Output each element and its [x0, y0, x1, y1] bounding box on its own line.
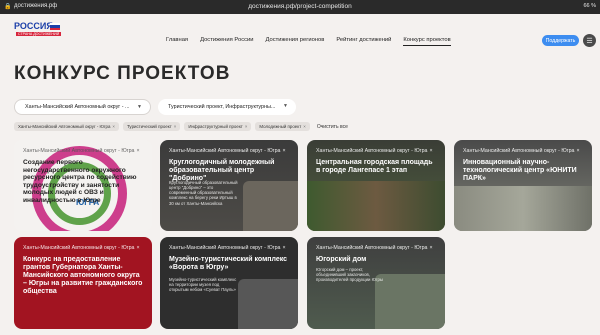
close-icon: ×: [576, 148, 580, 154]
card-region: Ханты-Мансийский Автономный округ - Югра…: [169, 245, 286, 251]
project-card[interactable]: Ханты-Мансийский Автономный округ - Югра…: [454, 140, 592, 231]
card-title: Создание первого негосударственного окру…: [23, 159, 137, 204]
card-description: Музейно-туристический комплекс на террит…: [169, 277, 237, 293]
card-region: Ханты-Мансийский Автономный округ - Югра…: [169, 148, 286, 154]
url-field[interactable]: достижения.рф/project-competition: [0, 3, 600, 10]
card-title: Музейно-туристический комплекс «Ворота в…: [169, 256, 288, 272]
chevron-down-icon: ▼: [283, 103, 288, 109]
card-region: Ханты-Мансийский Автономный округ - Югра…: [316, 245, 433, 251]
card-photo: [238, 279, 298, 329]
filter-chip-youth[interactable]: Молодежный проект ×: [255, 122, 310, 131]
filter-chip-tourism[interactable]: Туристический проект ×: [123, 122, 181, 131]
card-photo: [243, 181, 298, 231]
close-icon: ×: [429, 148, 433, 154]
close-icon: ×: [136, 245, 140, 251]
support-button[interactable]: Поддержать: [542, 35, 579, 46]
close-icon: ×: [282, 148, 286, 154]
project-card[interactable]: Ханты-Мансийский Автономный округ - Югра…: [160, 140, 298, 231]
close-icon[interactable]: ×: [245, 124, 248, 129]
chevron-down-icon: ▼: [137, 104, 142, 110]
project-card[interactable]: ЮГРА Ханты-Мансийский Автономный округ -…: [14, 140, 152, 231]
close-icon[interactable]: ×: [303, 124, 306, 129]
close-icon: ×: [136, 148, 140, 154]
card-title: Инновационный научно-технологический цен…: [463, 159, 577, 183]
close-icon[interactable]: ×: [174, 124, 177, 129]
battery-indicator: 66 %: [583, 3, 596, 9]
project-card[interactable]: Ханты-Мансийский Автономный округ - Югра…: [307, 140, 445, 231]
site-header: [0, 14, 600, 54]
nav-russia-achievements[interactable]: Достижения России: [200, 37, 253, 46]
clear-filters-link[interactable]: Очистить все: [317, 124, 348, 130]
region-select[interactable]: Ханты-Мансийский Автономный округ - ... …: [14, 99, 151, 115]
page-title: КОНКУРС ПРОЕКТОВ: [14, 63, 231, 84]
category-select[interactable]: Туристический проект, Инфраструктурны...…: [158, 99, 296, 115]
logo-subtitle: СТРАНА ДОСТИЖЕНИЙ: [16, 32, 62, 36]
main-nav: Главная Достижения России Достижения рег…: [166, 37, 451, 46]
card-title: Центральная городская площадь в городе Л…: [316, 159, 433, 175]
card-title: Югорский дом: [316, 256, 367, 263]
nav-region-achievements[interactable]: Достижения регионов: [265, 37, 324, 46]
nav-achievement-rating[interactable]: Рейтинг достижений: [336, 37, 391, 46]
card-description: Круглогодичный образовательный центр "До…: [169, 180, 238, 206]
browser-address-bar: 🔒 достижения.рф достижения.рф/project-co…: [0, 0, 600, 14]
card-photo: [307, 181, 445, 231]
nav-project-competition[interactable]: Конкурс проектов: [403, 37, 451, 46]
filter-chip-infrastructure[interactable]: Инфраструктурный проект ×: [184, 122, 252, 131]
nav-home[interactable]: Главная: [166, 37, 188, 46]
project-card[interactable]: Ханты-Мансийский Автономный округ - Югра…: [14, 237, 152, 329]
flag-icon: [50, 23, 60, 30]
region-select-value: Ханты-Мансийский Автономный округ - ...: [25, 104, 130, 110]
project-card[interactable]: Ханты-Мансийский Автономный округ - Югра…: [307, 237, 445, 329]
card-photo: [375, 274, 445, 329]
filter-chip-region[interactable]: Ханты-Мансийский Автономный округ - Югра…: [14, 122, 119, 131]
card-title: Конкурс на предоставление грантов Губерн…: [23, 256, 143, 296]
card-region: Ханты-Мансийский Автономный округ - Югра…: [463, 148, 580, 154]
site-logo[interactable]: РОССИЯ СТРАНА ДОСТИЖЕНИЙ: [14, 21, 66, 43]
close-icon: ×: [429, 245, 433, 251]
card-region: Ханты-Мансийский Автономный округ - Югра…: [316, 148, 433, 154]
logo-word: РОССИЯ: [14, 21, 53, 31]
active-filters: Ханты-Мансийский Автономный округ - Югра…: [14, 122, 348, 131]
card-description: Югорский дом – проект, объединивший зака…: [316, 267, 383, 283]
card-region: Ханты-Мансийский Автономный округ - Югра…: [23, 148, 140, 154]
card-photo: [454, 186, 592, 231]
close-icon[interactable]: ×: [112, 124, 115, 129]
card-region: Ханты-Мансийский Автономный округ - Югра…: [23, 245, 140, 251]
category-select-value: Туристический проект, Инфраструктурны...: [168, 104, 276, 110]
close-icon: ×: [282, 245, 286, 251]
menu-icon[interactable]: ☰: [583, 34, 596, 47]
project-card[interactable]: Ханты-Мансийский Автономный округ - Югра…: [160, 237, 298, 329]
